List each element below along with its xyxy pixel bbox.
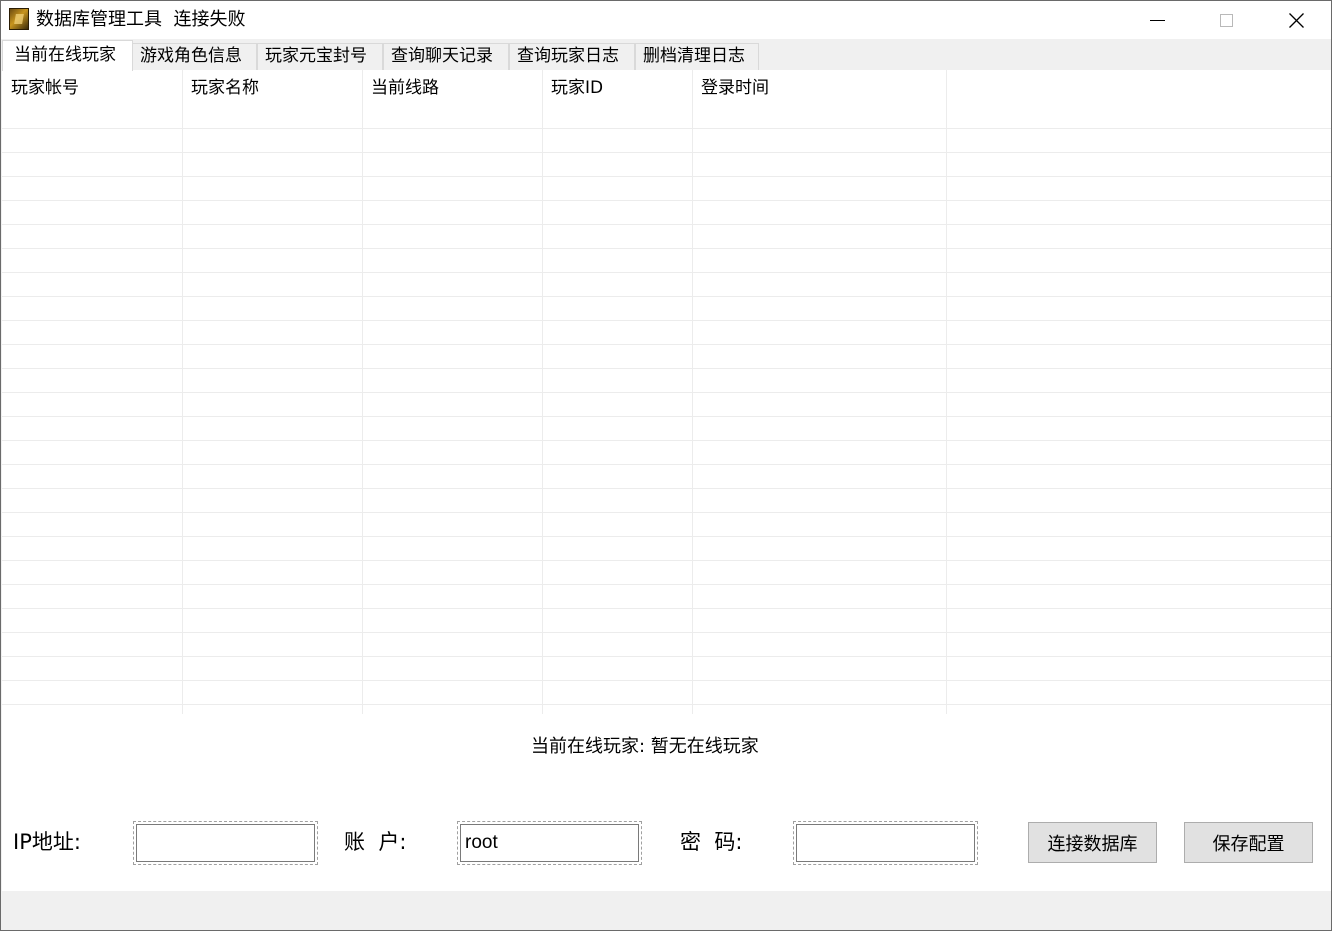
column-header-login-time[interactable]: 登录时间 [701,77,769,99]
column-header-account[interactable]: 玩家帐号 [11,77,79,99]
account-input[interactable] [460,824,639,862]
maximize-icon [1220,14,1233,27]
column-header-line[interactable]: 当前线路 [371,77,439,99]
ip-input[interactable] [136,824,315,862]
column-header-player-id[interactable]: 玩家ID [551,77,603,99]
tab-character-info[interactable]: 游戏角色信息 [132,43,257,70]
window-title: 数据库管理工具 连接失败 [36,9,246,30]
app-logo-icon [9,8,29,30]
minimize-icon [1150,20,1165,21]
tab-player-log[interactable]: 查询玩家日志 [509,43,635,70]
status-panel: 当前在线玩家: 暂无在线玩家 IP地址: 账 户: 密 码: 连接数据库 保存配… [2,714,1331,891]
online-status-text: 当前在线玩家: 暂无在线玩家 [531,736,759,757]
connect-database-button[interactable]: 连接数据库 [1028,822,1157,863]
ip-label: IP地址: [13,830,81,854]
close-icon [1289,13,1304,28]
tab-online-players[interactable]: 当前在线玩家 [2,40,133,71]
title-bar: 数据库管理工具 连接失败 [1,1,1331,39]
online-players-table: 玩家帐号 玩家名称 当前线路 玩家ID 登录时间 [2,70,1331,714]
column-header-name[interactable]: 玩家名称 [191,77,259,99]
status-bar [2,891,1331,930]
maximize-button[interactable] [1191,1,1261,39]
account-label: 账 户: [344,830,407,854]
minimize-button[interactable] [1122,1,1192,39]
tab-bar: 当前在线玩家 游戏角色信息 玩家元宝封号 查询聊天记录 查询玩家日志 删档清理日… [1,40,1331,71]
account-field-frame [457,821,642,865]
close-button[interactable] [1261,1,1331,39]
password-label: 密 码: [680,830,743,854]
app-window: 数据库管理工具 连接失败 当前在线玩家 游戏角色信息 玩家元宝封号 查询聊天记录… [0,0,1332,931]
tab-wipe-log[interactable]: 删档清理日志 [635,43,759,70]
tab-ingot-ban[interactable]: 玩家元宝封号 [257,43,383,70]
password-field-frame [793,821,978,865]
password-input[interactable] [796,824,975,862]
save-config-button[interactable]: 保存配置 [1184,822,1313,863]
table-grid [2,70,1331,714]
ip-field-frame [133,821,318,865]
tab-chat-log[interactable]: 查询聊天记录 [383,43,509,70]
